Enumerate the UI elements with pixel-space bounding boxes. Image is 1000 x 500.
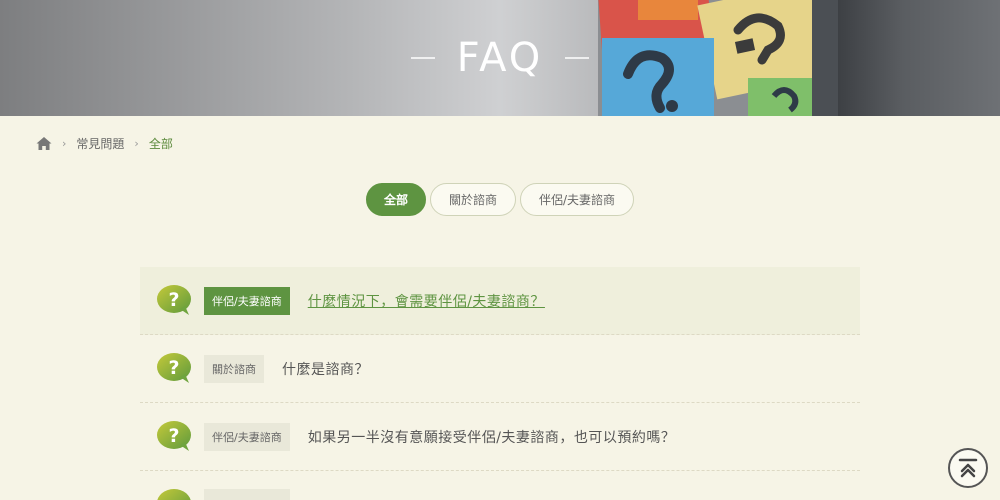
arrow-up-circle-icon — [958, 458, 978, 478]
faq-question-link[interactable]: 如果另一半沒有意願接受伴侶/夫妻諮商，也可以預約嗎？ — [308, 427, 676, 447]
question-bubble-icon: ? — [157, 284, 191, 315]
category-tabs: 全部 關於諮商 伴侶/夫妻諮商 — [0, 183, 1000, 216]
faq-tag: 伴侶/夫妻諮商 — [204, 422, 290, 451]
faq-item[interactable]: ? 關於諮商 什麼是諮商？ — [140, 335, 860, 403]
banner-line-right — [565, 57, 590, 59]
faq-tag: 伴侶/夫妻諮商 — [204, 286, 290, 315]
faq-item[interactable]: ? 伴侶/夫妻諮商 什麼情況下，會需要伴侶/夫妻諮商？ — [140, 267, 860, 335]
back-to-top-button[interactable] — [948, 448, 988, 488]
tab-all[interactable]: 全部 — [365, 183, 426, 216]
svg-text:?: ? — [168, 289, 179, 311]
tab-about-counseling[interactable]: 關於諮商 — [429, 183, 516, 216]
breadcrumb-item-faq[interactable]: 常見問題 — [76, 135, 124, 152]
chevron-right-icon: › — [134, 136, 139, 150]
home-icon[interactable] — [36, 136, 52, 151]
faq-question-link[interactable]: 什麼情況下，會需要伴侶/夫妻諮商？ — [308, 291, 545, 311]
breadcrumb: › 常見問題 › 全部 — [36, 134, 173, 152]
page-title: FAQ — [456, 35, 544, 81]
svg-text:?: ? — [168, 357, 179, 379]
page-banner: FAQ — [0, 0, 1000, 116]
breadcrumb-item-current: 全部 — [148, 136, 173, 151]
faq-list: ? 伴侶/夫妻諮商 什麼情況下，會需要伴侶/夫妻諮商？ ? 關於諮商 什麼是諮商… — [140, 267, 860, 500]
question-bubble-icon: ? — [157, 420, 191, 451]
question-bubble-icon: ? — [157, 352, 191, 383]
chevron-right-icon: › — [62, 136, 67, 150]
banner-title-wrap: FAQ — [0, 30, 1000, 86]
tab-couple-counseling[interactable]: 伴侶/夫妻諮商 — [519, 183, 635, 216]
faq-item[interactable]: ? 伴侶/夫妻諮商 如果另一半沒有意願接受伴侶/夫妻諮商，也可以預約嗎？ — [140, 403, 860, 471]
faq-tag: 關於諮商 — [204, 354, 264, 383]
question-bubble-icon — [157, 489, 191, 500]
banner-line-left — [410, 57, 435, 59]
faq-question-link[interactable]: 什麼是諮商？ — [282, 359, 369, 379]
faq-item-partial[interactable] — [140, 471, 860, 500]
faq-tag — [204, 489, 290, 500]
svg-text:?: ? — [168, 425, 179, 447]
